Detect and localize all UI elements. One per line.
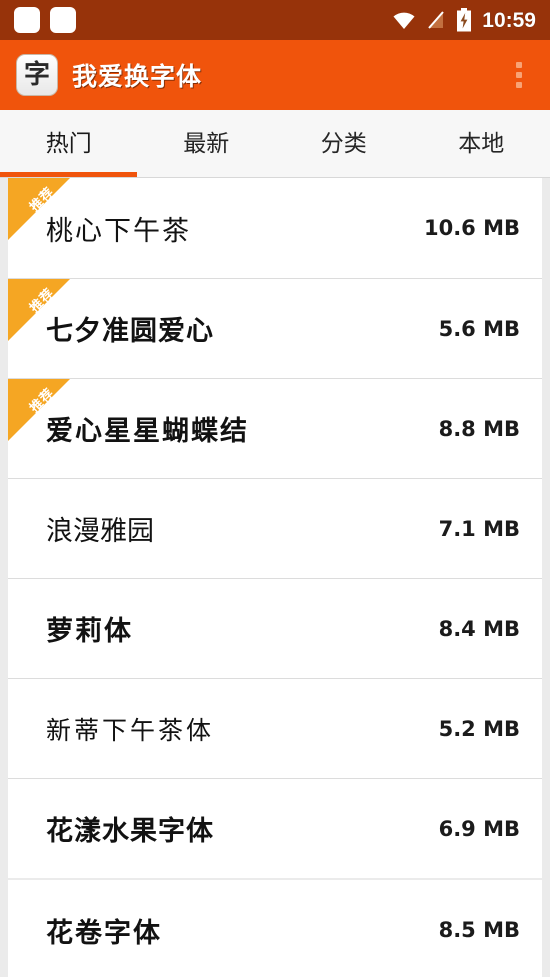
font-size: 6.9 MB (438, 816, 520, 841)
font-size: 5.6 MB (438, 316, 520, 341)
font-size: 8.5 MB (438, 918, 520, 942)
clock: 10:59 (482, 8, 536, 32)
font-size: 8.8 MB (438, 416, 520, 441)
font-name: 爱心星星蝴蝶结 (46, 416, 249, 447)
active-tab-indicator (0, 172, 137, 177)
app-logo-icon: 字 (16, 54, 58, 96)
tab-label: 分类 (320, 131, 367, 157)
font-size: 10.6 MB (423, 216, 520, 240)
tab-newest[interactable]: 最新 (138, 110, 276, 177)
font-size: 5.2 MB (438, 716, 520, 741)
wifi-icon (392, 10, 416, 30)
tab-bar: 热门 最新 分类 本地 (0, 110, 550, 178)
notification-placeholder-icon (14, 7, 40, 33)
list-item[interactable]: 推荐 桃心下午茶 10.6 MB (8, 178, 542, 278)
font-name: 浪漫雅园 (46, 516, 154, 547)
overflow-menu-button[interactable] (502, 52, 536, 98)
font-name: 新蒂下午茶体 (46, 715, 215, 745)
font-size: 8.4 MB (438, 616, 520, 641)
overflow-dot-icon (516, 62, 522, 68)
list-item[interactable]: 浪漫雅园 7.1 MB (8, 478, 542, 578)
list-item[interactable]: 花漾水果字体 6.9 MB (8, 778, 542, 878)
font-name: 花卷字体 (46, 917, 162, 949)
tab-local[interactable]: 本地 (413, 110, 550, 177)
list-item[interactable]: 花卷字体 8.5 MB (8, 880, 542, 977)
status-bar-notifications (14, 7, 76, 33)
font-name: 花漾水果字体 (46, 816, 214, 847)
signal-off-icon (426, 10, 446, 30)
battery-charging-icon (456, 8, 472, 32)
overflow-dot-icon (516, 72, 522, 78)
tab-label: 最新 (183, 131, 230, 157)
app-bar: 字 我爱换字体 (0, 40, 550, 110)
overflow-dot-icon (516, 82, 522, 88)
font-size: 7.1 MB (438, 516, 520, 541)
status-bar-system-icons: 10:59 (392, 8, 536, 32)
font-name: 桃心下午茶 (46, 215, 191, 247)
font-name: 七夕准圆爱心 (46, 316, 214, 347)
tab-category[interactable]: 分类 (275, 110, 413, 177)
font-list[interactable]: 推荐 桃心下午茶 10.6 MB 推荐 七夕准圆爱心 5.6 MB 推荐 爱心星… (0, 178, 550, 977)
list-item[interactable]: 新蒂下午茶体 5.2 MB (8, 678, 542, 778)
tab-label: 本地 (458, 131, 505, 157)
list-item[interactable]: 推荐 爱心星星蝴蝶结 8.8 MB (8, 378, 542, 478)
tab-label: 热门 (45, 131, 92, 157)
tab-hot[interactable]: 热门 (0, 110, 138, 177)
font-name: 萝莉体 (46, 616, 133, 647)
page-title: 我爱换字体 (72, 62, 203, 91)
notification-placeholder-icon (50, 7, 76, 33)
list-item[interactable]: 推荐 七夕准圆爱心 5.6 MB (8, 278, 542, 378)
list-item[interactable]: 萝莉体 8.4 MB (8, 578, 542, 678)
status-bar: 10:59 (0, 0, 550, 40)
